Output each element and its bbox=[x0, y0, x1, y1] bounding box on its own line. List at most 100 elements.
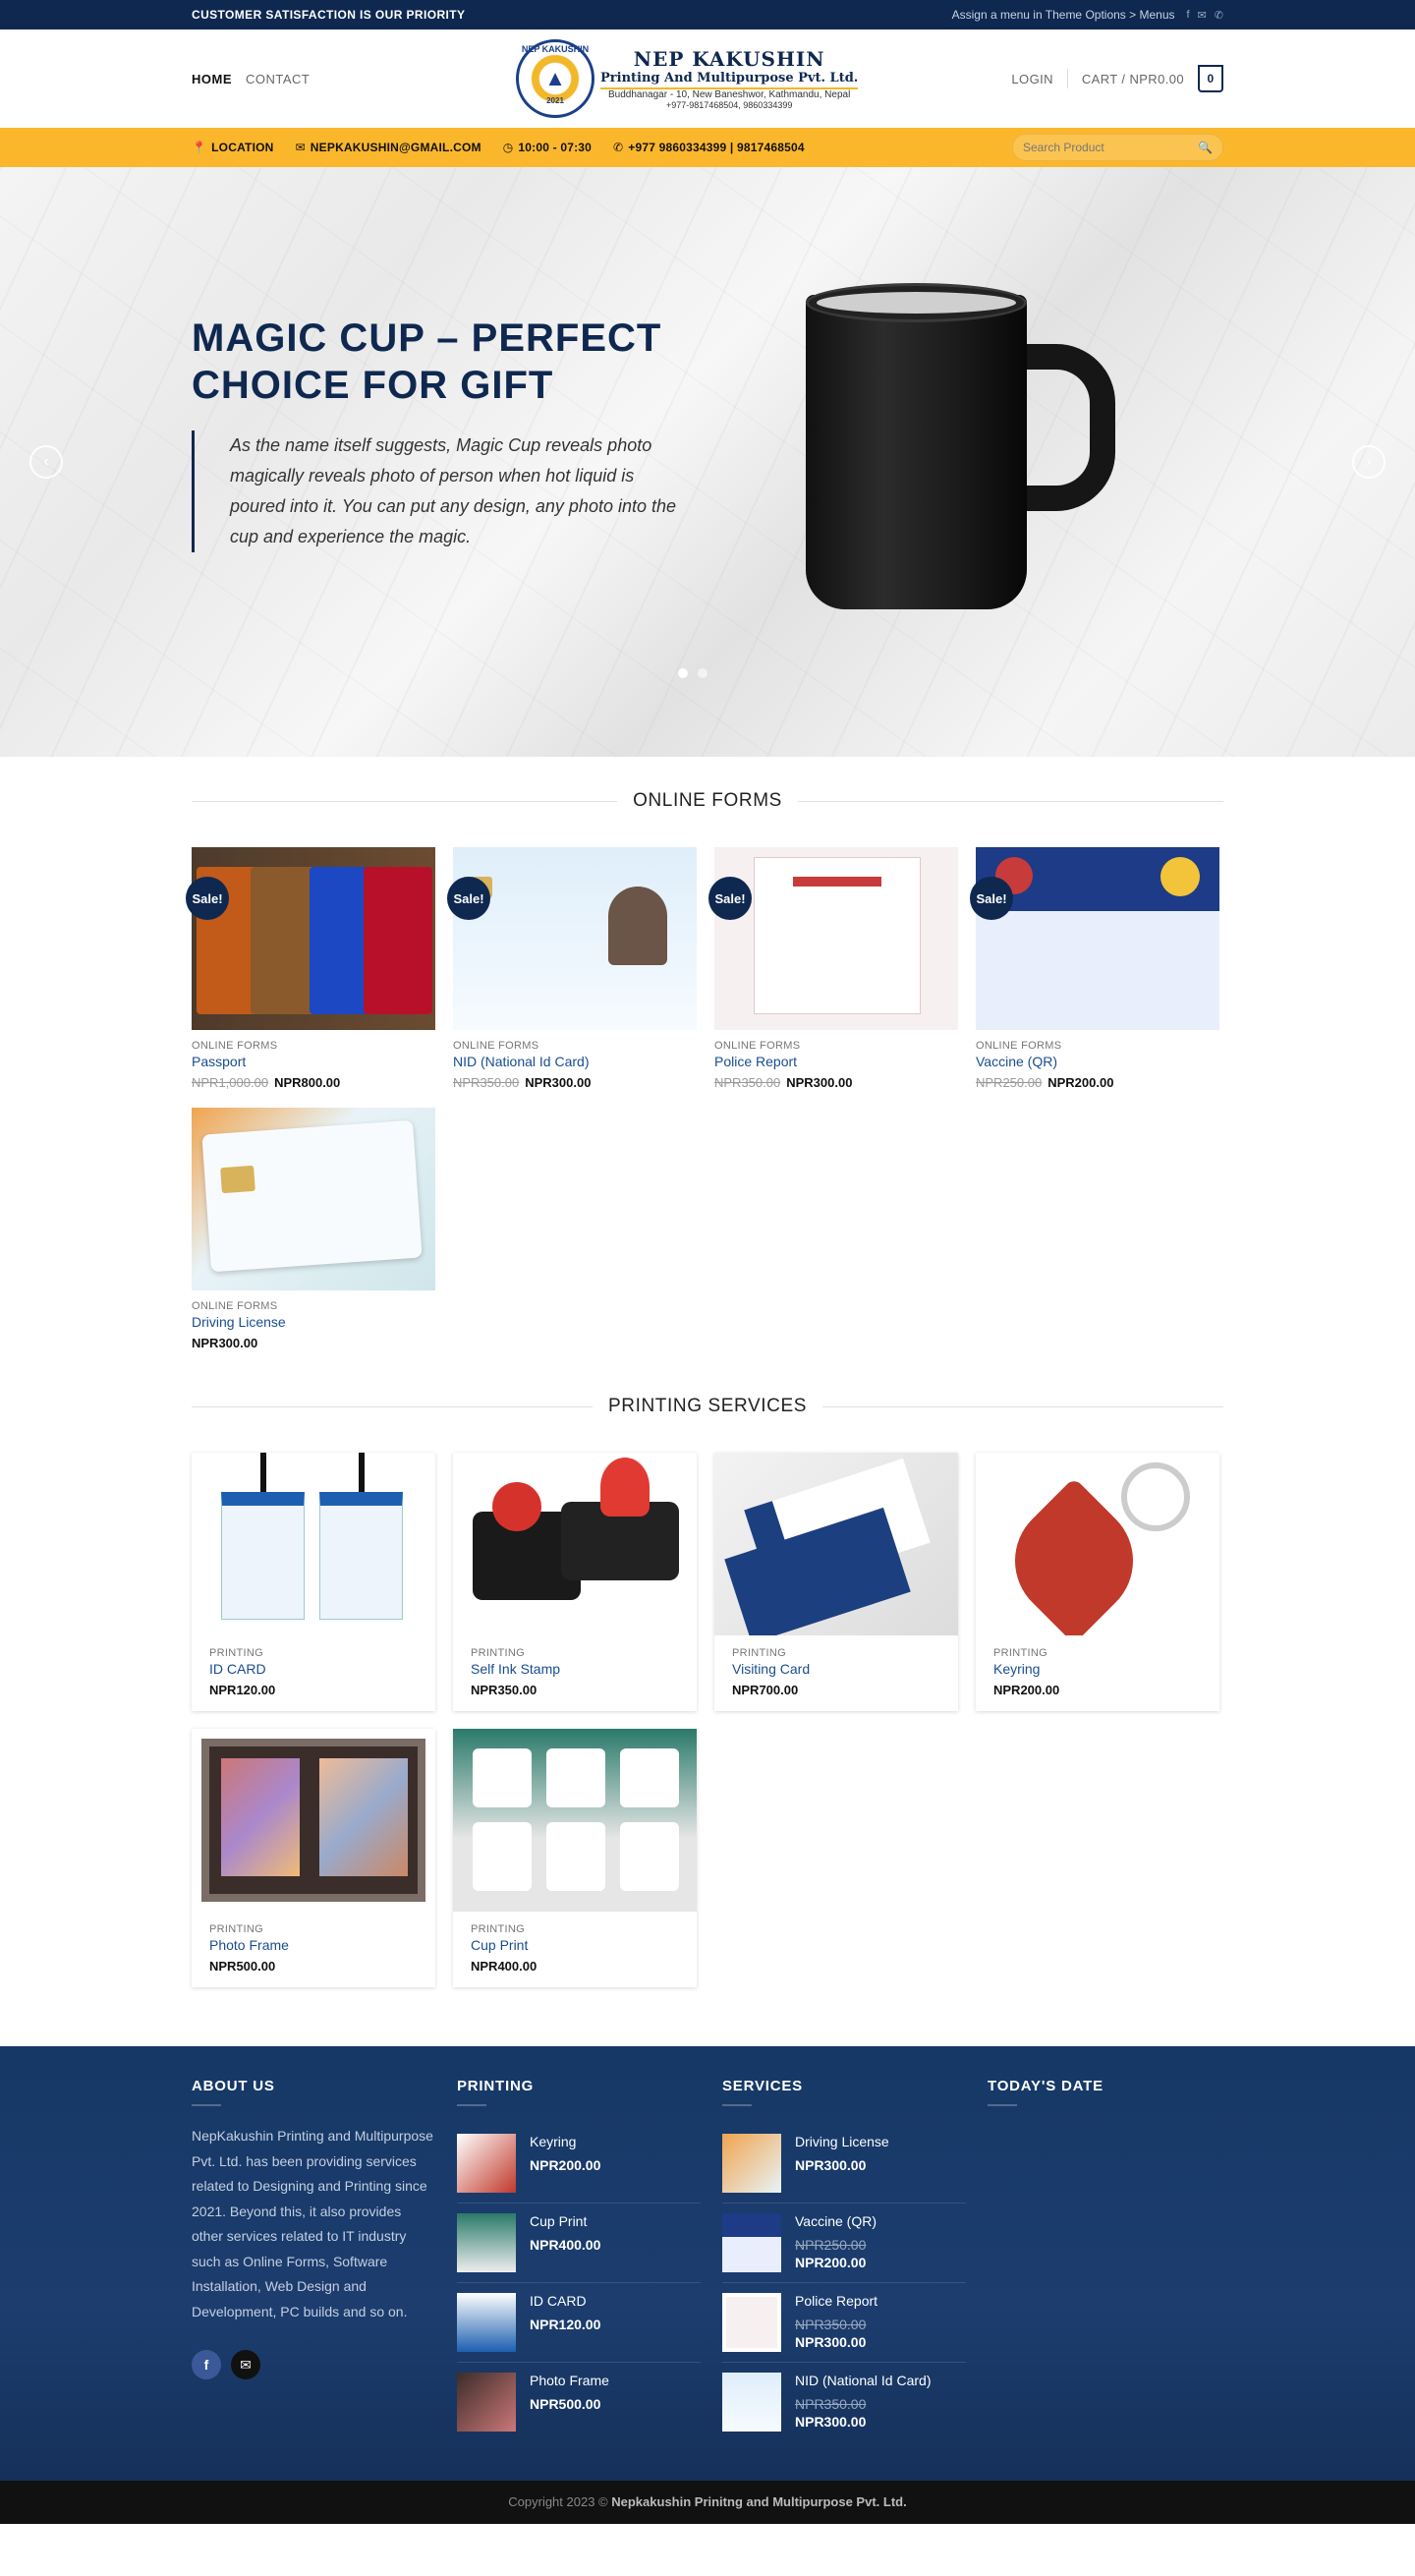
footer-product[interactable]: Vaccine (QR) NPR250.00 NPR200.00 bbox=[722, 2204, 966, 2283]
footer-product-image[interactable] bbox=[722, 2134, 781, 2193]
product-name[interactable]: ID CARD bbox=[192, 1661, 435, 1677]
footer-product[interactable]: Driving License NPR300.00 bbox=[722, 2124, 966, 2204]
footer-product-price: NPR400.00 bbox=[530, 2237, 601, 2253]
footer-product[interactable]: NID (National Id Card) NPR350.00 NPR300.00 bbox=[722, 2363, 966, 2441]
facebook-icon[interactable]: f bbox=[1187, 9, 1190, 22]
product-card[interactable]: Sale! ONLINE FORMS NID (National Id Card… bbox=[447, 847, 697, 1090]
product-card[interactable]: PRINTING Photo Frame NPR500.00 bbox=[192, 1729, 435, 1987]
search-icon[interactable]: 🔍 bbox=[1198, 141, 1213, 154]
product-image[interactable] bbox=[192, 1453, 435, 1635]
old-price: NPR350.00 bbox=[795, 2317, 867, 2332]
product-card[interactable]: PRINTING ID CARD NPR120.00 bbox=[192, 1453, 435, 1711]
phone-icon[interactable]: ✆ bbox=[1215, 9, 1223, 22]
product-image[interactable] bbox=[714, 847, 958, 1030]
login-link[interactable]: LOGIN bbox=[1011, 72, 1052, 86]
product-image[interactable] bbox=[453, 1729, 697, 1912]
product-card[interactable]: PRINTING Self Ink Stamp NPR350.00 bbox=[453, 1453, 697, 1711]
product-image[interactable] bbox=[453, 1453, 697, 1635]
product-card[interactable]: ONLINE FORMS Driving License NPR300.00 bbox=[192, 1108, 435, 1350]
phone-link[interactable]: ✆ +977 9860334399 | 9817468504 bbox=[613, 141, 805, 154]
product-name[interactable]: Visiting Card bbox=[714, 1661, 958, 1677]
footer-product-name[interactable]: Keyring bbox=[530, 2134, 600, 2149]
sale-price: NPR300.00 bbox=[525, 1075, 592, 1090]
product-price: NPR120.00 bbox=[209, 1683, 276, 1697]
nav-home[interactable]: HOME bbox=[192, 72, 232, 86]
product-card[interactable]: Sale! ONLINE FORMS Vaccine (QR) NPR250.0… bbox=[970, 847, 1219, 1090]
product-name[interactable]: Vaccine (QR) bbox=[976, 1054, 1219, 1069]
footer-services-title: SERVICES bbox=[722, 2078, 803, 2094]
product-card[interactable]: PRINTING Keyring NPR200.00 bbox=[976, 1453, 1219, 1711]
slider-next-icon[interactable]: › bbox=[1352, 445, 1386, 479]
product-category: ONLINE FORMS bbox=[714, 1040, 801, 1052]
search-input[interactable] bbox=[1023, 141, 1180, 154]
product-name[interactable]: Keyring bbox=[976, 1661, 1219, 1677]
location-label: LOCATION bbox=[211, 141, 274, 154]
email-icon[interactable]: ✉ bbox=[1198, 9, 1207, 22]
slider-dot-1[interactable] bbox=[678, 668, 688, 678]
product-card[interactable]: Sale! ONLINE FORMS Passport NPR1,000.00 N… bbox=[186, 847, 435, 1090]
product-card[interactable]: PRINTING Visiting Card NPR700.00 bbox=[714, 1453, 958, 1711]
product-image[interactable] bbox=[192, 847, 435, 1030]
hero-slider: MAGIC CUP – PERFECT CHOICE FOR GIFT As t… bbox=[0, 167, 1415, 757]
email-link[interactable]: ✉ NEPKAKUSHIN@GMAIL.COM bbox=[296, 141, 481, 154]
product-image[interactable] bbox=[453, 847, 697, 1030]
footer-product[interactable]: Photo Frame NPR500.00 bbox=[457, 2363, 701, 2441]
footer-printing: PRINTING Keyring NPR200.00 Cup Print NPR40… bbox=[457, 2078, 701, 2441]
footer-product-image[interactable] bbox=[457, 2293, 516, 2352]
email-icon[interactable]: ✉ bbox=[231, 2350, 260, 2379]
magic-cup-image bbox=[796, 283, 1115, 634]
product-image[interactable] bbox=[714, 1453, 958, 1635]
product-image[interactable] bbox=[192, 1108, 435, 1290]
hours-label: 10:00 - 07:30 bbox=[518, 141, 593, 154]
product-name[interactable]: Self Ink Stamp bbox=[453, 1661, 697, 1677]
site-logo[interactable]: NEP KAKUSHIN ▲ 2021 NEP KAKUSHIN Printin… bbox=[516, 39, 859, 118]
phone-label: +977 9860334399 | 9817468504 bbox=[628, 141, 805, 154]
cart-count-badge[interactable]: 0 bbox=[1198, 65, 1223, 92]
email-label: NEPKAKUSHIN@GMAIL.COM bbox=[310, 141, 481, 154]
footer-product[interactable]: Keyring NPR200.00 bbox=[457, 2124, 701, 2204]
product-card[interactable]: Sale! ONLINE FORMS Police Report NPR350.… bbox=[708, 847, 958, 1090]
product-card[interactable]: PRINTING Cup Print NPR400.00 bbox=[453, 1729, 697, 1987]
footer-product-name[interactable]: Photo Frame bbox=[530, 2373, 609, 2388]
footer-date-title: TODAY'S DATE bbox=[988, 2078, 1104, 2094]
footer-product-price: NPR350.00 NPR300.00 bbox=[795, 2317, 877, 2350]
product-price: NPR500.00 bbox=[209, 1959, 276, 1974]
product-name[interactable]: Driving License bbox=[192, 1314, 435, 1330]
slider-dot-2[interactable] bbox=[698, 668, 708, 678]
product-name[interactable]: NID (National Id Card) bbox=[453, 1054, 697, 1069]
product-image[interactable] bbox=[976, 847, 1219, 1030]
footer-product-image[interactable] bbox=[457, 2134, 516, 2193]
facebook-icon[interactable]: f bbox=[192, 2350, 221, 2379]
product-name[interactable]: Cup Print bbox=[453, 1937, 697, 1953]
product-image[interactable] bbox=[192, 1729, 435, 1912]
location-link[interactable]: 📍 LOCATION bbox=[192, 141, 274, 154]
nav-contact[interactable]: CONTACT bbox=[246, 72, 310, 86]
copyright-company[interactable]: Nepkakushin Prinitng and Multipurpose Pv… bbox=[611, 2494, 906, 2509]
footer-product-name[interactable]: Driving License bbox=[795, 2134, 889, 2149]
footer-product-image[interactable] bbox=[457, 2373, 516, 2432]
footer-product-image[interactable] bbox=[722, 2213, 781, 2272]
footer-product[interactable]: Police Report NPR350.00 NPR300.00 bbox=[722, 2283, 966, 2363]
product-name[interactable]: Police Report bbox=[714, 1054, 958, 1069]
site-header: HOME CONTACT NEP KAKUSHIN ▲ 2021 NEP KAK… bbox=[0, 29, 1415, 128]
logo-year: 2021 bbox=[546, 96, 564, 105]
footer-product-image[interactable] bbox=[457, 2213, 516, 2272]
sale-price: NPR200.00 bbox=[1047, 1075, 1114, 1090]
cart-link[interactable]: CART / NPR0.00 bbox=[1082, 72, 1184, 86]
product-name[interactable]: Photo Frame bbox=[192, 1937, 435, 1953]
product-category: ONLINE FORMS bbox=[453, 1040, 539, 1052]
footer-product-name[interactable]: Vaccine (QR) bbox=[795, 2213, 877, 2229]
footer-product[interactable]: ID CARD NPR120.00 bbox=[457, 2283, 701, 2363]
product-name[interactable]: Passport bbox=[192, 1054, 435, 1069]
footer-product-name[interactable]: Police Report bbox=[795, 2293, 877, 2309]
footer-product-image[interactable] bbox=[722, 2373, 781, 2432]
slider-prev-icon[interactable]: ‹ bbox=[29, 445, 63, 479]
footer-product-name[interactable]: ID CARD bbox=[530, 2293, 600, 2309]
footer-product-image[interactable] bbox=[722, 2293, 781, 2352]
footer-product[interactable]: Cup Print NPR400.00 bbox=[457, 2204, 701, 2283]
footer-product-name[interactable]: Cup Print bbox=[530, 2213, 600, 2229]
product-image[interactable] bbox=[976, 1453, 1219, 1635]
search-box: 🔍 bbox=[1012, 134, 1223, 161]
footer-product-name[interactable]: NID (National Id Card) bbox=[795, 2373, 932, 2388]
product-price: NPR400.00 bbox=[471, 1959, 538, 1974]
